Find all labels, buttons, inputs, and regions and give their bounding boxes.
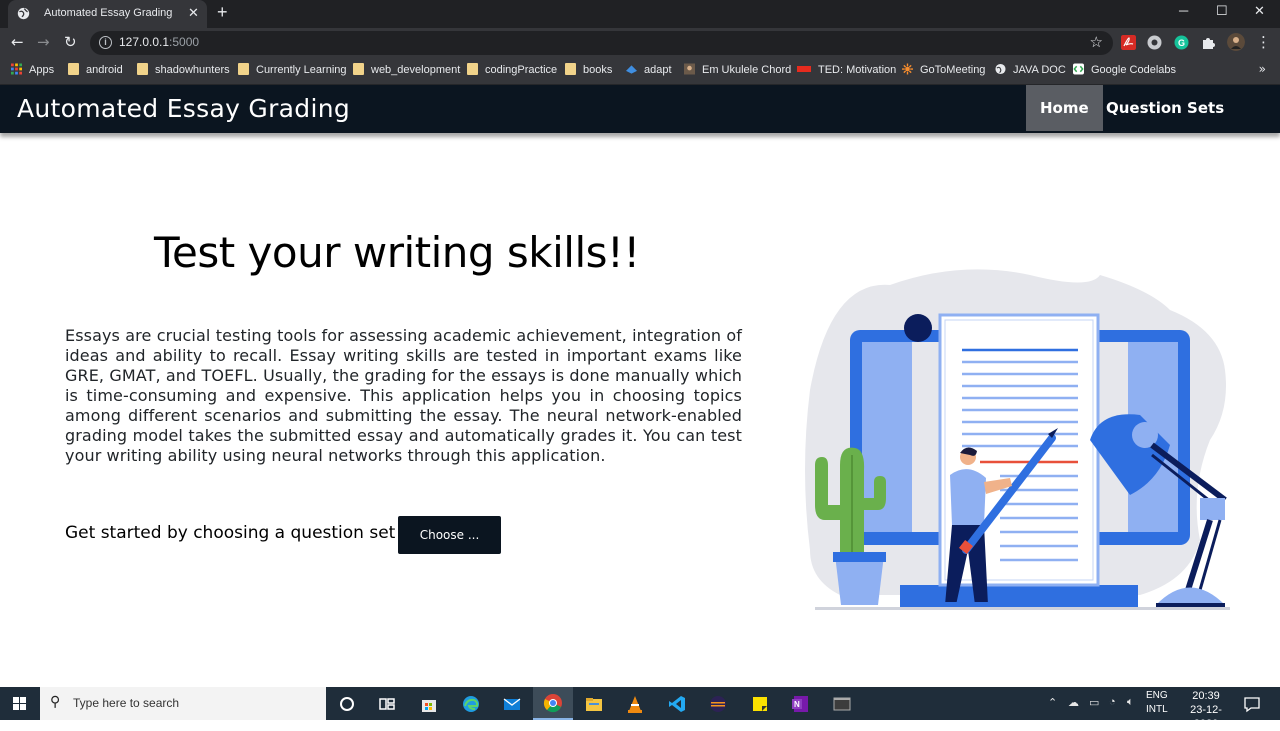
task-view-icon[interactable] bbox=[377, 694, 397, 714]
windows-start-icon[interactable] bbox=[0, 687, 40, 720]
terminal-icon[interactable] bbox=[832, 694, 852, 714]
globe-icon bbox=[995, 63, 1006, 75]
chrome-icon bbox=[543, 694, 562, 713]
codelabs-icon bbox=[1073, 63, 1084, 75]
site-brand[interactable]: Automated Essay Grading bbox=[17, 94, 350, 123]
bookmark-coding-practice[interactable]: codingPractice bbox=[467, 63, 557, 76]
onenote-icon[interactable]: N bbox=[791, 694, 811, 714]
sticky-notes-icon[interactable] bbox=[750, 694, 770, 714]
vlc-icon[interactable] bbox=[625, 694, 645, 714]
folder-icon bbox=[467, 63, 478, 75]
bookmarks-bar: Apps android shadowhunters Currently Lea… bbox=[0, 58, 1280, 85]
site-info-icon[interactable]: i bbox=[99, 36, 112, 49]
battery-icon[interactable]: ▭ bbox=[1089, 696, 1099, 709]
bookmark-star-icon[interactable]: ☆ bbox=[1090, 33, 1103, 51]
monitor-stand bbox=[900, 585, 1138, 607]
notifications-icon[interactable] bbox=[1243, 695, 1261, 713]
file-explorer-icon[interactable] bbox=[584, 694, 604, 714]
tab-title: Automated Essay Grading bbox=[44, 7, 173, 19]
cortana-icon[interactable] bbox=[337, 694, 357, 714]
get-started-text: Get started by choosing a question set bbox=[65, 523, 396, 543]
gotomeeting-icon bbox=[902, 63, 913, 75]
adapt-icon bbox=[626, 65, 637, 74]
intro-paragraph: Essays are crucial testing tools for ass… bbox=[65, 326, 742, 465]
new-tab-button[interactable]: + bbox=[217, 2, 228, 23]
back-arrow-icon[interactable]: ← bbox=[11, 33, 24, 51]
forward-arrow-icon[interactable]: → bbox=[37, 33, 50, 51]
bookmark-web-development[interactable]: web_development bbox=[353, 63, 460, 76]
profile-avatar-icon[interactable] bbox=[1227, 33, 1245, 51]
taskbar-search-box[interactable]: ⚲ Type here to search bbox=[40, 687, 326, 720]
edge-icon[interactable] bbox=[461, 694, 481, 714]
folder-icon bbox=[353, 63, 364, 75]
url-text: 127.0.0.1:5000 bbox=[119, 35, 200, 49]
page-headline: Test your writing skills!! bbox=[154, 228, 640, 277]
show-hidden-icons-chevron-icon[interactable]: ⌃ bbox=[1048, 696, 1057, 709]
choose-question-set-button[interactable]: Choose ... bbox=[398, 516, 501, 554]
minimize-window-icon[interactable]: ─ bbox=[1179, 3, 1188, 18]
extensions-puzzle-icon[interactable] bbox=[1201, 35, 1216, 50]
acrobat-extension-icon[interactable] bbox=[1121, 35, 1136, 50]
bookmark-adapt[interactable]: adapt bbox=[626, 63, 672, 76]
wifi-icon[interactable]: ◔ bbox=[1109, 696, 1116, 708]
bookmark-shadowhunters[interactable]: shadowhunters bbox=[137, 63, 230, 76]
onedrive-cloud-icon[interactable]: ☁ bbox=[1068, 696, 1079, 709]
nav-question-sets[interactable]: Question Sets bbox=[1106, 85, 1224, 131]
apps-grid-icon bbox=[11, 63, 22, 75]
folder-icon bbox=[68, 63, 79, 75]
bookmark-gotomeeting[interactable]: GoToMeeting bbox=[902, 63, 985, 76]
nav-home[interactable]: Home bbox=[1026, 85, 1103, 131]
ted-icon bbox=[797, 66, 811, 72]
bookmark-ted-motivation[interactable]: TED: Motivation bbox=[797, 63, 896, 76]
close-window-icon[interactable]: ✕ bbox=[1254, 3, 1265, 19]
eclipse-icon[interactable] bbox=[708, 694, 728, 714]
language-indicator[interactable]: ENG INTL bbox=[1146, 689, 1168, 717]
bookmark-java-doc[interactable]: JAVA DOC bbox=[995, 63, 1066, 76]
svg-text:G: G bbox=[1178, 38, 1185, 48]
extension-circle-icon[interactable] bbox=[1147, 35, 1162, 50]
store-icon[interactable] bbox=[419, 694, 439, 714]
more-bookmarks-icon[interactable]: » bbox=[1259, 62, 1266, 76]
folder-icon bbox=[238, 63, 249, 75]
windows-taskbar: ⚲ Type here to search N ⌃ ☁ ▭ ◔ 🔈︎ ENG I… bbox=[0, 687, 1280, 730]
globe-icon bbox=[17, 7, 30, 20]
maximize-window-icon[interactable]: ☐ bbox=[1216, 3, 1228, 19]
tab-close-icon[interactable]: ✕ bbox=[188, 5, 199, 21]
bookmark-em-ukulele-chord[interactable]: Em Ukulele Chord bbox=[684, 63, 791, 76]
chrome-menu-icon[interactable]: ⋮ bbox=[1256, 33, 1271, 51]
address-bar[interactable]: i 127.0.0.1:5000 ☆ bbox=[90, 31, 1113, 55]
mail-icon[interactable] bbox=[502, 694, 522, 714]
bookmark-google-codelabs[interactable]: Google Codelabs bbox=[1073, 63, 1176, 76]
vscode-icon[interactable] bbox=[667, 694, 687, 714]
browser-tab-active[interactable]: Automated Essay Grading ✕ bbox=[8, 0, 207, 28]
reload-icon[interactable]: ↻ bbox=[64, 33, 77, 51]
folder-icon bbox=[137, 63, 148, 75]
system-clock[interactable]: 20:39 23-12-2020 bbox=[1180, 689, 1232, 731]
bookmark-currently-learning[interactable]: Currently Learning bbox=[238, 63, 347, 76]
bookmark-apps[interactable]: Apps bbox=[11, 63, 54, 76]
search-placeholder: Type here to search bbox=[73, 696, 180, 710]
avatar-icon bbox=[684, 63, 695, 75]
folder-icon bbox=[565, 63, 576, 75]
volume-icon[interactable]: 🔈︎ bbox=[1127, 696, 1134, 709]
taskbar-chrome-active[interactable] bbox=[533, 687, 573, 720]
browser-tab-strip: Automated Essay Grading ✕ + ─ ☐ ✕ bbox=[0, 0, 1280, 28]
site-navbar: Automated Essay Grading Home Question Se… bbox=[0, 85, 1280, 133]
bookmark-books[interactable]: books bbox=[565, 63, 612, 76]
search-icon: ⚲ bbox=[50, 694, 61, 710]
grammarly-extension-icon[interactable]: G bbox=[1174, 35, 1189, 50]
browser-toolbar: ← → ↻ i 127.0.0.1:5000 ☆ G ⋮ bbox=[0, 28, 1280, 58]
writing-illustration bbox=[805, 269, 1230, 610]
bookmark-android[interactable]: android bbox=[68, 63, 123, 76]
svg-text:N: N bbox=[794, 700, 800, 709]
